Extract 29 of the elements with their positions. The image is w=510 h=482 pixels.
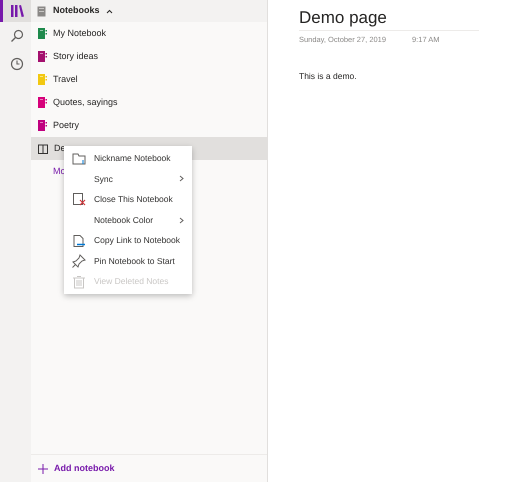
chevron-right-icon	[179, 175, 184, 182]
notebook-item[interactable]: Quotes, sayings	[31, 91, 267, 114]
menu-item[interactable]: Close This Notebook	[64, 189, 192, 210]
link-document-icon	[72, 234, 86, 248]
notebook-item[interactable]: My Notebook	[31, 22, 267, 45]
menu-item[interactable]: Copy Link to Notebook	[64, 230, 192, 251]
add-notebook-button[interactable]: Add notebook	[38, 462, 114, 476]
notebooks-header[interactable]: Notebooks	[31, 0, 267, 22]
library-icon	[10, 4, 24, 18]
body-text: This is a demo.	[299, 70, 358, 82]
menu-item[interactable]: Notebook Color	[64, 210, 192, 230]
notebook-item[interactable]: Story ideas	[31, 45, 267, 68]
clock-icon	[10, 57, 24, 71]
close-notebook-icon	[72, 192, 86, 206]
menu-item[interactable]: Sync	[64, 168, 192, 190]
plus-icon	[38, 464, 48, 474]
notebook-item[interactable]: Travel	[31, 68, 267, 91]
chevron-right-icon	[179, 216, 184, 224]
trash-icon	[72, 274, 86, 289]
pin-icon	[72, 254, 86, 268]
search-icon	[10, 29, 24, 43]
page-title: Demo page	[299, 8, 388, 28]
book-icon	[38, 144, 48, 154]
menu-item[interactable]: Nickname Notebook	[64, 148, 192, 169]
notebook-icon	[37, 6, 47, 16]
chevron-up-icon	[106, 8, 113, 14]
folder-icon	[72, 151, 86, 166]
notebook-item[interactable]: Poetry	[31, 114, 267, 137]
menu-item[interactable]: Pin Notebook to Start	[64, 250, 192, 272]
